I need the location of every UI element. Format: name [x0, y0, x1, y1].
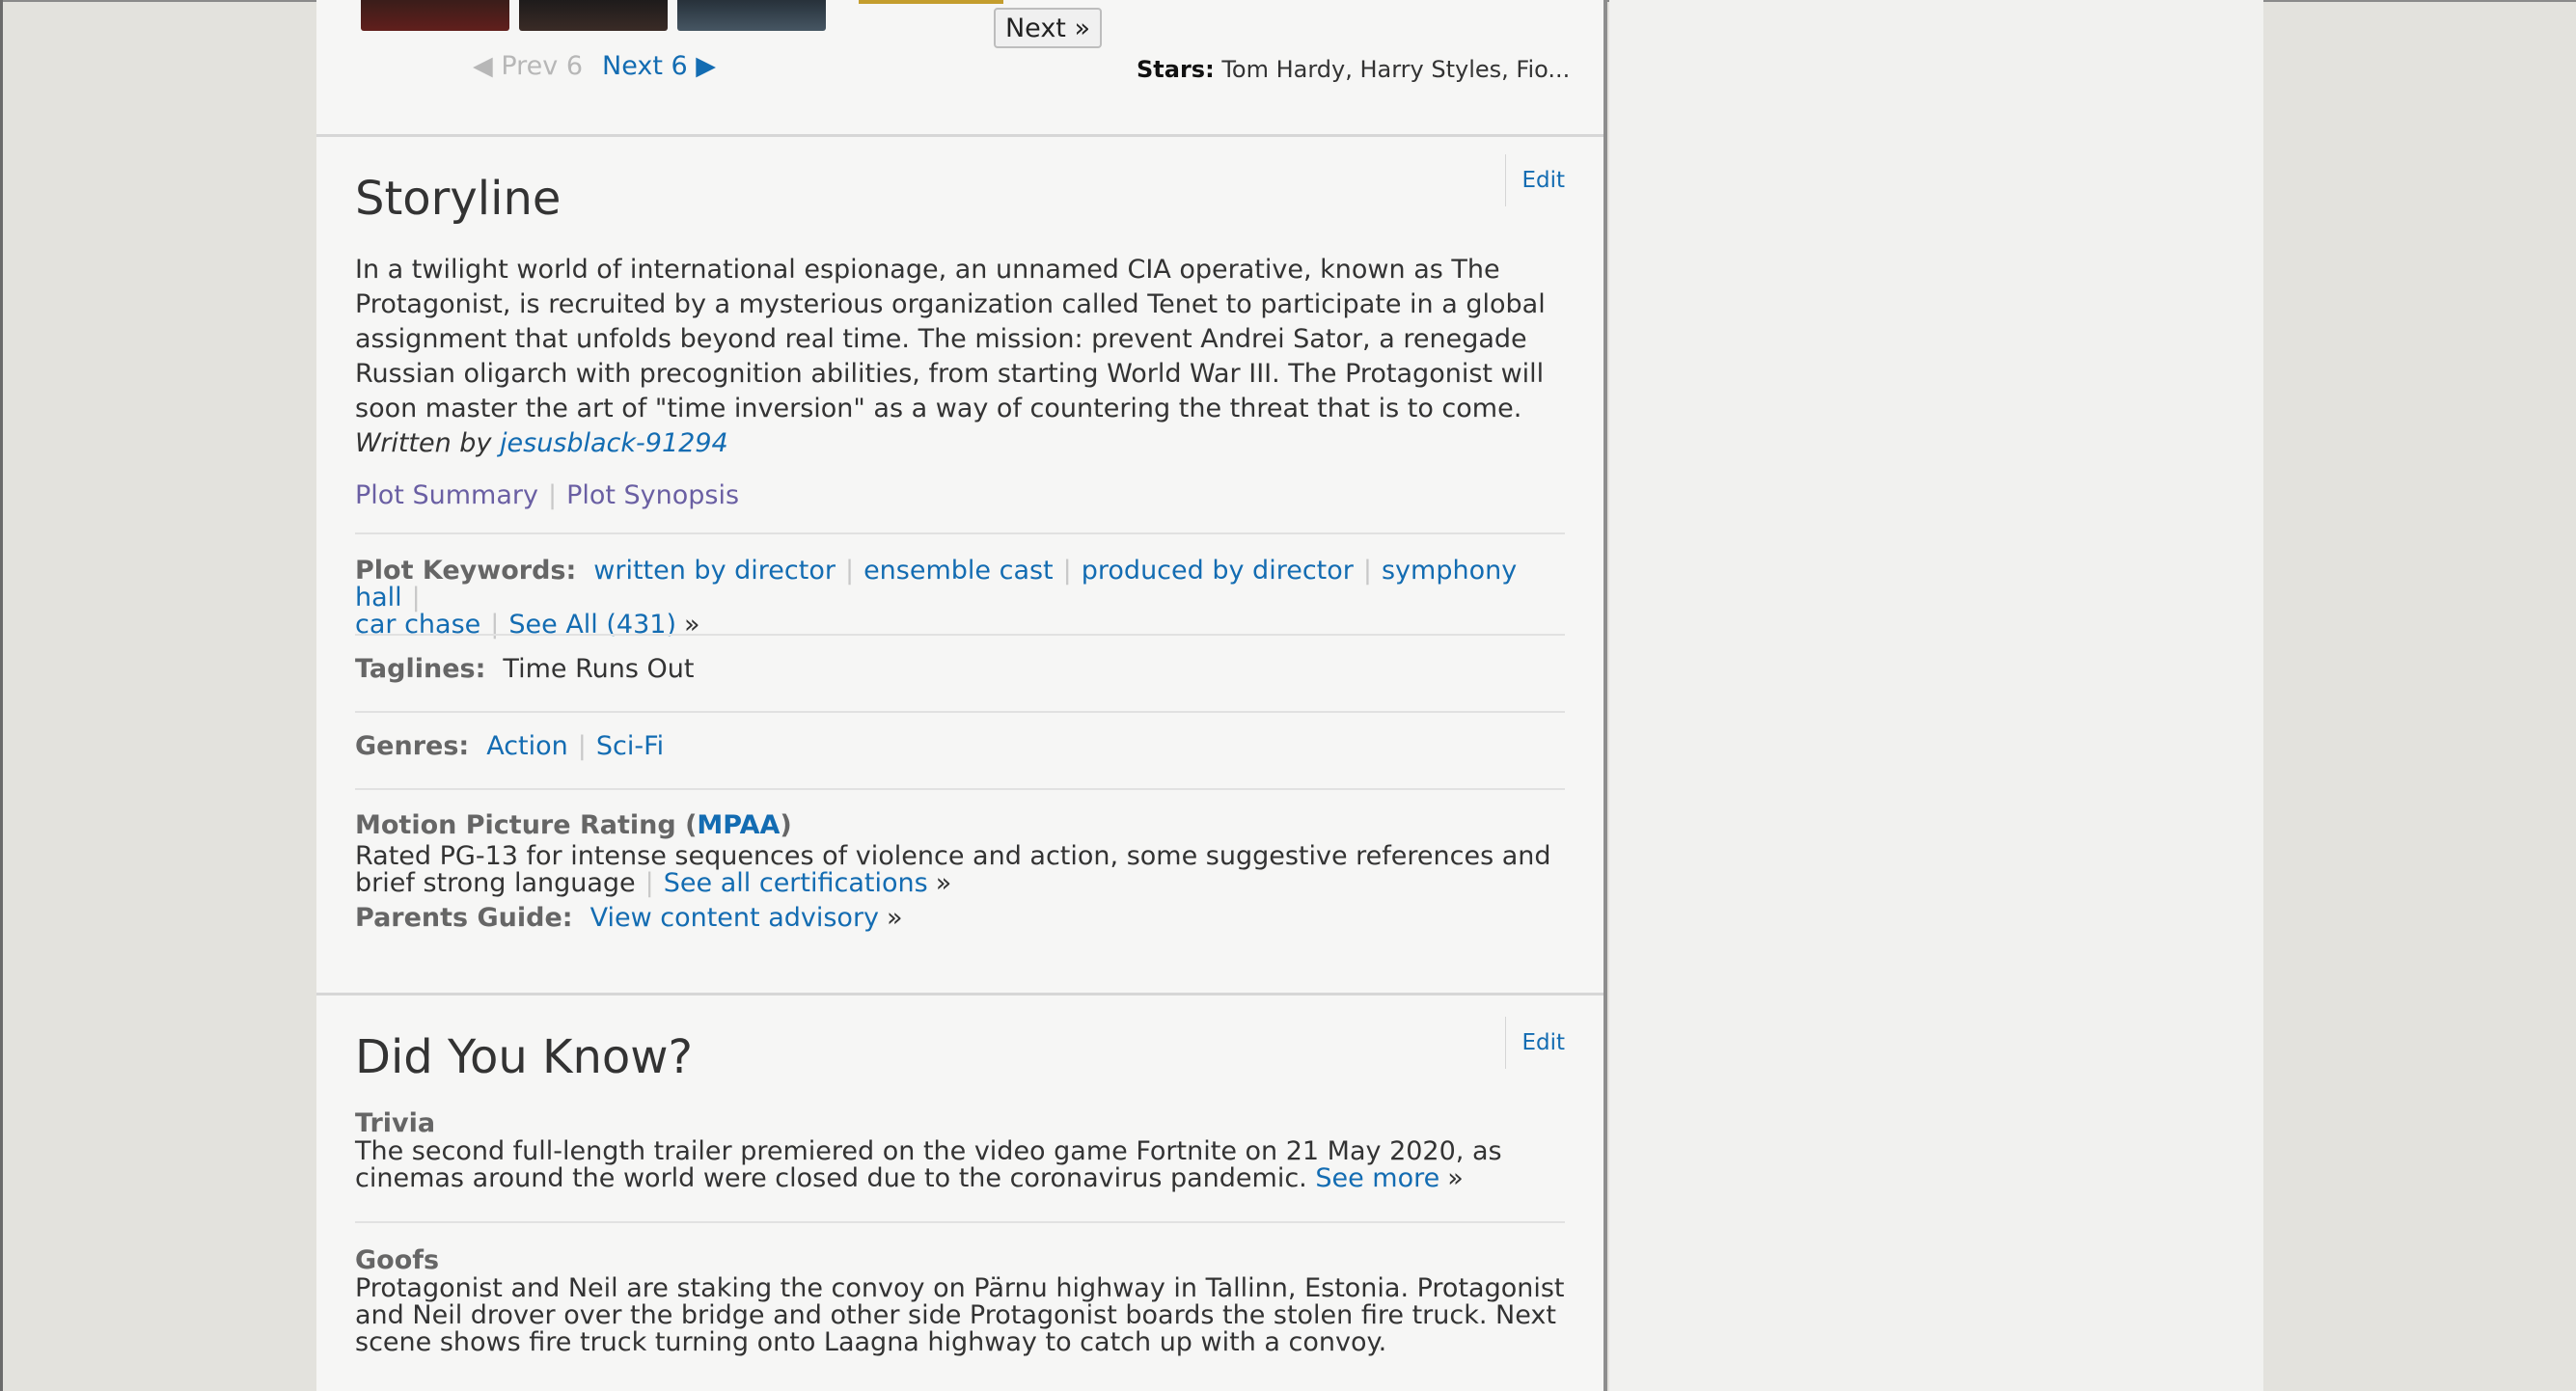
rating-text: Rated PG-13 for intense sequences of vio… — [355, 841, 1551, 898]
view-content-advisory-link[interactable]: View content advisory — [590, 903, 879, 933]
genre-link[interactable]: Sci-Fi — [596, 731, 664, 761]
section-divider — [316, 134, 1603, 137]
divider — [355, 711, 1565, 713]
next-button[interactable]: Next » — [994, 8, 1102, 48]
author-link[interactable]: jesusblack-91294 — [500, 428, 728, 458]
rating-label-prefix: Motion Picture Rating ( — [355, 810, 698, 840]
storyline-title: Storyline — [355, 172, 562, 226]
plot-keywords-label: Plot Keywords: — [355, 556, 577, 586]
rating-text-block: Rated PG-13 for intense sequences of vio… — [355, 841, 1551, 898]
section-divider — [316, 993, 1603, 996]
taglines-row: Taglines: Time Runs Out — [355, 656, 694, 683]
plot-summary-link[interactable]: Plot Summary — [355, 480, 538, 510]
thumbnail-image[interactable] — [677, 0, 826, 31]
trivia-label: Trivia — [355, 1108, 436, 1138]
see-more-link[interactable]: See more — [1315, 1163, 1439, 1193]
divider — [355, 1221, 1565, 1223]
trivia-text-block: The second full-length trailer premiered… — [355, 1136, 1502, 1193]
trivia-block: Trivia The second full-length trailer pr… — [355, 1109, 1565, 1192]
stars-label: Stars: — [1137, 56, 1215, 83]
see-all-certifications-link[interactable]: See all certifications — [664, 868, 928, 898]
storyline-edit-link[interactable]: Edit — [1505, 154, 1565, 206]
right-rail — [1609, 0, 2263, 1391]
rating-label-suffix: ) — [780, 810, 792, 840]
parents-guide-label: Parents Guide: — [355, 903, 573, 933]
highlight-bar — [859, 0, 1003, 4]
thumbnail-image[interactable] — [519, 0, 668, 31]
divider — [355, 788, 1565, 790]
stars-line: Stars: Tom Hardy, Harry Styles, Fio... — [1137, 56, 1570, 83]
main-content-column: Next » ◀ Prev 6 Next 6 ▶ Stars: Tom Hard… — [316, 0, 1607, 1391]
divider — [355, 532, 1565, 534]
goofs-text: Protagonist and Neil are staking the con… — [355, 1273, 1565, 1357]
parents-guide-row: Parents Guide: View content advisory» — [355, 903, 903, 933]
keyword-link[interactable]: produced by director — [1082, 556, 1354, 586]
genres-row: Genres: Action | Sci-Fi — [355, 731, 665, 761]
plot-synopsis-link[interactable]: Plot Synopsis — [566, 480, 739, 510]
storyline-text: In a twilight world of international esp… — [355, 255, 1546, 423]
did-you-know-section: Edit Did You Know? Trivia The second ful… — [355, 1017, 1565, 1356]
related-thumbnails — [361, 0, 826, 31]
keyword-link[interactable]: ensemble cast — [863, 556, 1054, 586]
thumbnail-image[interactable] — [361, 0, 509, 31]
keyword-link[interactable]: written by director — [593, 556, 836, 586]
window-left-edge — [0, 0, 3, 1391]
prev-6-link: ◀ Prev 6 — [473, 51, 584, 81]
goofs-label: Goofs — [355, 1245, 440, 1275]
plot-links: Plot Summary | Plot Synopsis — [355, 480, 740, 510]
divider — [355, 634, 1565, 636]
tagline-text: Time Runs Out — [503, 654, 695, 684]
genre-link[interactable]: Action — [486, 731, 568, 761]
written-by-label: Written by — [355, 428, 492, 458]
rating-block: Motion Picture Rating (MPAA) Rated PG-13… — [355, 810, 1565, 932]
goofs-block: Goofs Protagonist and Neil are staking t… — [355, 1246, 1565, 1356]
did-you-know-edit-link[interactable]: Edit — [1505, 1017, 1565, 1069]
mpaa-link[interactable]: MPAA — [697, 810, 780, 840]
did-you-know-title: Did You Know? — [355, 1030, 694, 1084]
filmstrip-pager: ◀ Prev 6 Next 6 ▶ — [473, 51, 716, 81]
next-6-link[interactable]: Next 6 ▶ — [602, 51, 716, 81]
rating-heading: Motion Picture Rating (MPAA) — [355, 810, 1565, 841]
taglines-label: Taglines: — [355, 654, 486, 684]
stars-value: Tom Hardy, Harry Styles, Fio... — [1221, 56, 1571, 83]
plot-keywords-row: Plot Keywords: written by director | ensemb… — [355, 556, 1518, 640]
storyline-text-block: In a twilight world of international esp… — [355, 253, 1565, 461]
storyline-section: Edit Storyline In a twilight world of in… — [355, 154, 1565, 932]
genres-label: Genres: — [355, 731, 470, 761]
